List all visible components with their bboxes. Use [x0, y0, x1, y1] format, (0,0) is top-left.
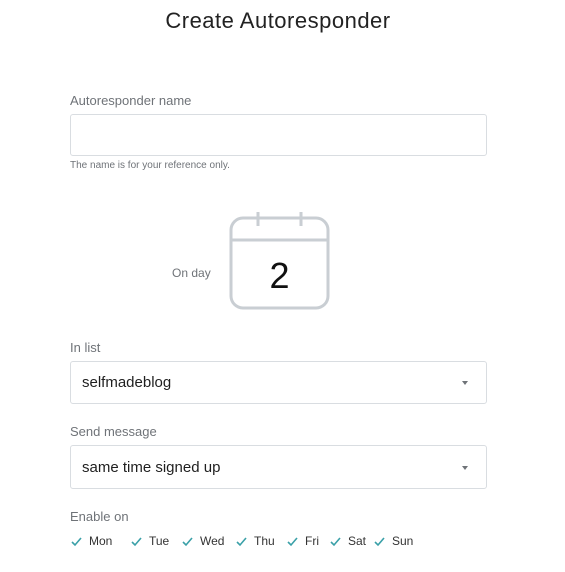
day-toggle-thu[interactable]: Thu	[235, 534, 286, 548]
enable-on-days: Mon Tue Wed Thu Fri Sat Sun	[70, 532, 417, 550]
day-picker[interactable]: 2	[229, 210, 330, 311]
in-list-value: selfmadeblog	[82, 374, 172, 391]
day-toggle-sat[interactable]: Sat	[329, 534, 373, 548]
check-icon	[71, 536, 82, 546]
day-label: Sat	[348, 534, 367, 548]
day-label: Tue	[149, 534, 170, 548]
check-icon	[287, 536, 298, 546]
send-message-select[interactable]: same time signed up	[70, 445, 487, 489]
autoresponder-name-input[interactable]	[70, 114, 487, 156]
day-label: Sun	[392, 534, 414, 548]
check-icon	[330, 536, 341, 546]
send-message-value: same time signed up	[82, 459, 221, 476]
autoresponder-name-hint: The name is for your reference only.	[70, 160, 230, 171]
check-icon	[182, 536, 193, 546]
chevron-down-icon	[462, 466, 468, 470]
check-icon	[236, 536, 247, 546]
on-day-label: On day	[172, 266, 211, 280]
day-toggle-wed[interactable]: Wed	[181, 534, 235, 548]
send-message-label: Send message	[70, 424, 157, 439]
day-label: Wed	[200, 534, 225, 548]
enable-on-label: Enable on	[70, 509, 129, 524]
day-toggle-sun[interactable]: Sun	[373, 534, 417, 548]
day-toggle-mon[interactable]: Mon	[70, 534, 130, 548]
day-label: Mon	[89, 534, 113, 548]
day-label: Thu	[254, 534, 275, 548]
check-icon	[374, 536, 385, 546]
day-toggle-fri[interactable]: Fri	[286, 534, 329, 548]
day-label: Fri	[305, 534, 319, 548]
chevron-down-icon	[462, 381, 468, 385]
check-icon	[131, 536, 142, 546]
page-title: Create Autoresponder	[165, 8, 391, 33]
day-number: 2	[269, 255, 290, 296]
day-toggle-tue[interactable]: Tue	[130, 534, 181, 548]
in-list-select[interactable]: selfmadeblog	[70, 361, 487, 404]
in-list-label: In list	[70, 340, 101, 355]
autoresponder-name-label: Autoresponder name	[70, 93, 192, 108]
